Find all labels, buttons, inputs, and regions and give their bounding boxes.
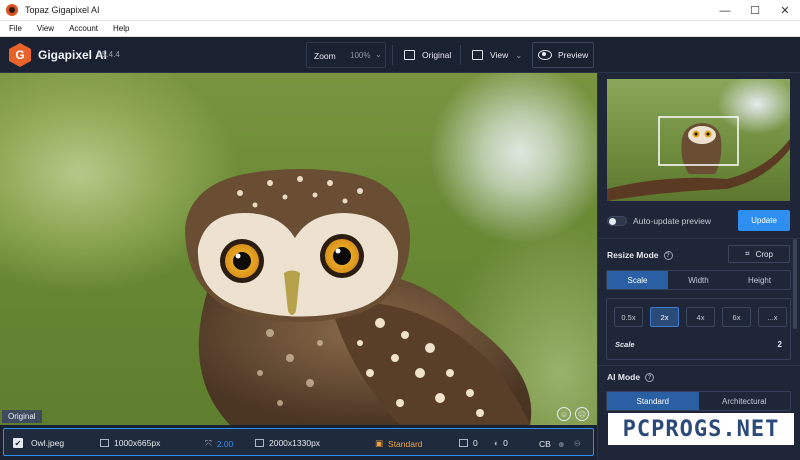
file-scale: 2.00 bbox=[216, 438, 234, 449]
tab-height[interactable]: Height bbox=[729, 271, 790, 289]
resize-mode-tabs: Scale Width Height bbox=[606, 270, 791, 290]
gigapixel-logo-icon: G bbox=[9, 43, 31, 67]
menu-bar: File View Account Help bbox=[0, 21, 800, 37]
settings-panel: Auto-update preview Update Resize Mode? … bbox=[597, 73, 800, 460]
header-divider bbox=[392, 45, 393, 65]
crop-button[interactable]: ⌗ Crop bbox=[728, 245, 790, 263]
thumbnail-image bbox=[607, 116, 790, 201]
owl-image bbox=[185, 169, 532, 425]
navigator-thumbnail[interactable] bbox=[607, 79, 790, 201]
file-mode: Standard bbox=[388, 438, 423, 449]
window-titlebar: Topaz Gigapixel AI — ☐ ✕ bbox=[0, 0, 800, 21]
watermark-logo: PCPROGS.NET bbox=[608, 413, 794, 445]
auto-update-label: Auto-update preview bbox=[633, 216, 711, 226]
ai-mode-tabs: Standard Architectural bbox=[606, 391, 791, 411]
output-size: 2000x1330px bbox=[269, 438, 321, 448]
help-icon[interactable]: ? bbox=[663, 251, 673, 261]
app-icon bbox=[6, 4, 18, 16]
scale-0-5x-button[interactable]: 0.5x bbox=[614, 307, 643, 327]
zoom-label: Zoom bbox=[314, 51, 336, 61]
view-dropdown[interactable]: View ⌄ bbox=[472, 42, 522, 68]
image-viewport[interactable]: Original ☺ ☹ bbox=[0, 73, 597, 425]
face-detect-icon[interactable]: ☹ bbox=[575, 407, 589, 421]
header-divider bbox=[460, 45, 461, 65]
tab-standard[interactable]: Standard bbox=[607, 392, 699, 410]
file-list: ✔ Owl.jpeg 1000x665px ⤧ 2.00 2000x1330px… bbox=[0, 425, 597, 460]
app-header: G Gigapixel AI v5.4.4 Zoom 100% ⌄ Origin… bbox=[0, 37, 800, 73]
scale-options: 0.5x 2x 4x 6x ...x Scale 2 bbox=[606, 298, 791, 360]
scale-2x-button[interactable]: 2x bbox=[650, 307, 679, 327]
output-size-icon bbox=[255, 439, 264, 447]
eye-icon bbox=[538, 50, 552, 60]
chevron-down-icon: ⌄ bbox=[375, 50, 382, 59]
tab-scale[interactable]: Scale bbox=[607, 271, 668, 289]
app-version: v5.4.4 bbox=[98, 50, 120, 59]
input-size: 1000x665px bbox=[114, 438, 161, 448]
app-name: Gigapixel AI bbox=[38, 48, 107, 62]
blur-value: 0 bbox=[503, 438, 508, 448]
remove-icon[interactable]: ⊖ bbox=[574, 438, 581, 449]
scale-custom-button[interactable]: ...x bbox=[758, 307, 787, 327]
menu-view[interactable]: View bbox=[37, 24, 54, 33]
panel-divider bbox=[598, 238, 800, 239]
auto-update-toggle[interactable] bbox=[607, 216, 627, 226]
original-view-icon bbox=[404, 50, 415, 60]
minimize-button[interactable]: — bbox=[710, 0, 740, 21]
original-overlay-label: Original bbox=[2, 410, 42, 423]
tab-architectural[interactable]: Architectural bbox=[699, 392, 791, 410]
face-icon: ☻ bbox=[556, 438, 566, 449]
blur-icon: ◖ bbox=[493, 438, 499, 448]
zoom-value: 100% bbox=[350, 51, 371, 60]
split-view-icon bbox=[472, 50, 483, 60]
scale-4x-button[interactable]: 4x bbox=[686, 307, 715, 327]
update-button[interactable]: Update bbox=[738, 210, 790, 231]
resize-mode-heading: Resize Mode? bbox=[607, 250, 673, 261]
help-icon[interactable]: ? bbox=[645, 373, 655, 383]
ai-mode-heading: AI Mode? bbox=[607, 372, 655, 383]
chevron-down-icon: ⌄ bbox=[515, 49, 523, 60]
close-button[interactable]: ✕ bbox=[770, 0, 800, 21]
scale-icon: ⤧ bbox=[205, 438, 212, 448]
preview-button[interactable]: Preview bbox=[532, 42, 594, 68]
crop-icon: ⌗ bbox=[745, 249, 750, 258]
window-title: Topaz Gigapixel AI bbox=[25, 5, 100, 15]
menu-account[interactable]: Account bbox=[69, 24, 98, 33]
menu-help[interactable]: Help bbox=[113, 24, 129, 33]
scale-6x-button[interactable]: 6x bbox=[722, 307, 751, 327]
panel-scrollbar[interactable] bbox=[793, 239, 797, 329]
zoom-dropdown[interactable]: Zoom 100% ⌄ bbox=[306, 42, 386, 68]
original-button[interactable]: Original bbox=[404, 42, 451, 68]
menu-file[interactable]: File bbox=[9, 24, 22, 33]
file-name: Owl.jpeg bbox=[31, 438, 65, 448]
face-recovery-icon[interactable]: ☺ bbox=[557, 407, 571, 421]
tab-width[interactable]: Width bbox=[668, 271, 729, 289]
scale-value: 2 bbox=[777, 340, 782, 349]
file-row[interactable]: ✔ Owl.jpeg 1000x665px ⤧ 2.00 2000x1330px… bbox=[3, 428, 594, 456]
panel-divider bbox=[598, 365, 800, 366]
noise-value: 0 bbox=[473, 438, 478, 448]
app-window: Topaz Gigapixel AI — ☐ ✕ File View Accou… bbox=[0, 0, 800, 460]
scale-label: Scale bbox=[615, 340, 635, 349]
cb-badge: CB bbox=[539, 438, 551, 449]
input-size-icon bbox=[100, 439, 109, 447]
maximize-button[interactable]: ☐ bbox=[740, 0, 770, 21]
file-checkbox[interactable]: ✔ bbox=[13, 438, 23, 448]
model-icon: ▣ bbox=[375, 438, 384, 448]
noise-icon bbox=[459, 439, 468, 447]
